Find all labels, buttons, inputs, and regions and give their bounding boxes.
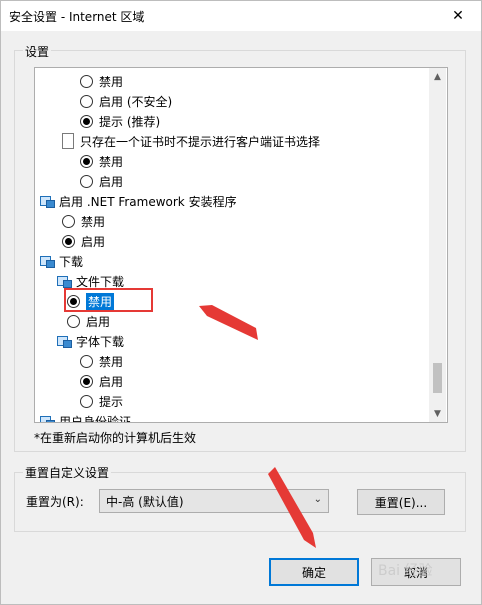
radio-option[interactable]: 启用 xyxy=(80,171,123,191)
tree-category: 字体下载 xyxy=(57,331,124,351)
tree-setting-item: 只存在一个证书时不提示进行客户端证书选择 xyxy=(62,131,320,151)
tree-item-label: 文件下载 xyxy=(76,274,125,289)
tree-item-label: 只存在一个证书时不提示进行客户端证书选择 xyxy=(80,134,321,149)
radio-checked-icon[interactable] xyxy=(80,154,93,168)
tree-item-label: 启用 xyxy=(99,374,124,389)
radio-unchecked-icon[interactable] xyxy=(80,354,93,368)
restart-note: *在重新启动你的计算机后生效 xyxy=(34,431,197,445)
tree-category: 启用 .NET Framework 安装程序 xyxy=(40,191,237,211)
tree-item-label: 字体下载 xyxy=(76,334,125,349)
radio-option[interactable]: 禁用 xyxy=(80,151,123,171)
settings-tree[interactable]: 禁用 启用 (不安全) 提示 (推荐) 只存在一个证书时不提示进行客户端证书选择 禁用启… xyxy=(34,67,448,423)
radio-option[interactable]: 启用 xyxy=(80,371,123,391)
radio-unchecked-icon[interactable] xyxy=(67,314,80,328)
scroll-down-icon[interactable]: ▼ xyxy=(429,405,446,422)
reset-group-label: 重置自定义设置 xyxy=(23,464,112,481)
vertical-scrollbar[interactable]: ▲ ▼ xyxy=(429,68,446,422)
radio-checked-icon[interactable] xyxy=(80,114,93,128)
title-bar: 安全设置 - Internet 区域 ✕ xyxy=(1,1,481,31)
settings-category-icon xyxy=(40,195,55,208)
radio-option[interactable]: 提示 xyxy=(80,391,123,411)
reset-level-select[interactable]: 中-高 (默认值) ⌄ xyxy=(99,489,329,513)
tree-item-label: 启用 xyxy=(86,314,111,329)
watermark-logo: Bai 经验 xyxy=(378,563,433,579)
chevron-down-icon: ⌄ xyxy=(313,494,322,505)
reset-to-label: 重置为(R): xyxy=(26,495,84,509)
highlight-box xyxy=(64,288,153,312)
radio-option[interactable]: 启用 xyxy=(67,311,110,331)
radio-unchecked-icon[interactable] xyxy=(80,394,93,408)
radio-unchecked-icon[interactable] xyxy=(80,94,93,108)
radio-unchecked-icon[interactable] xyxy=(80,174,93,188)
settings-category-icon xyxy=(40,255,55,268)
reset-button[interactable]: 重置(E)... xyxy=(357,489,445,515)
tree-item-label: 禁用 xyxy=(99,154,124,169)
scroll-thumb[interactable] xyxy=(433,363,442,393)
scroll-up-icon[interactable]: ▲ xyxy=(429,68,446,85)
radio-unchecked-icon[interactable] xyxy=(80,74,93,88)
tree-item-label: 禁用 xyxy=(81,214,106,229)
tree-item-label: 启用 xyxy=(81,234,106,249)
radio-option[interactable]: 禁用 xyxy=(80,351,123,371)
tree-item-label: 启用 .NET Framework 安装程序 xyxy=(59,194,237,209)
ok-button[interactable]: 确定 xyxy=(269,558,359,586)
radio-option[interactable]: 提示 (推荐) xyxy=(80,111,160,131)
tree-item-label: 启用 xyxy=(99,174,124,189)
radio-option[interactable]: 启用 (不安全) xyxy=(80,91,172,111)
tree-item-label: 禁用 xyxy=(99,354,124,369)
tree-item-label: 启用 (不安全) xyxy=(99,94,173,109)
tree-item-label: 用户身份验证 xyxy=(59,414,132,423)
radio-checked-icon[interactable] xyxy=(62,234,75,248)
tree-item-label: 下载 xyxy=(59,254,84,269)
settings-tree-content: 禁用 启用 (不安全) 提示 (推荐) 只存在一个证书时不提示进行客户端证书选择 禁用启… xyxy=(35,68,429,422)
close-button[interactable]: ✕ xyxy=(435,1,481,31)
radio-option[interactable]: 禁用 xyxy=(80,71,123,91)
tree-item-label: 提示 (推荐) xyxy=(99,114,161,129)
radio-option[interactable]: 启用 xyxy=(62,231,105,251)
settings-category-icon xyxy=(57,335,72,348)
settings-category-icon xyxy=(57,275,72,288)
tree-item-label: 提示 xyxy=(99,394,124,409)
window-title: 安全设置 - Internet 区域 xyxy=(9,10,145,24)
reset-level-value: 中-高 (默认值) xyxy=(106,494,184,509)
radio-unchecked-icon[interactable] xyxy=(62,214,75,228)
tree-category: 下载 xyxy=(40,251,83,271)
document-icon xyxy=(62,133,74,149)
settings-category-icon xyxy=(40,415,55,422)
tree-item-label: 禁用 xyxy=(99,74,124,89)
radio-checked-icon[interactable] xyxy=(80,374,93,388)
settings-group-label: 设置 xyxy=(23,43,52,60)
tree-category: 用户身份验证 xyxy=(40,411,131,422)
radio-option[interactable]: 禁用 xyxy=(62,211,105,231)
